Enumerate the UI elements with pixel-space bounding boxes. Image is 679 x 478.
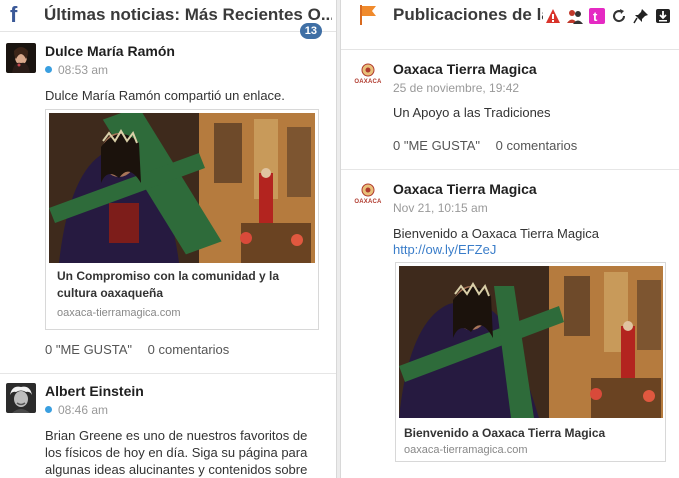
feed-post: Albert Einstein 08:46 am Brian Greene es… — [0, 374, 336, 478]
logo-text: OAXACA — [354, 199, 382, 205]
column-title[interactable]: Últimas noticias: Más Recientes O... — [44, 5, 332, 25]
people-icon[interactable] — [567, 8, 583, 24]
warning-icon[interactable] — [545, 8, 561, 24]
download-icon[interactable] — [655, 8, 671, 24]
post-text: Brian Greene es uno de nuestros favorito… — [45, 428, 308, 477]
link-preview-domain: oaxaca-tierramagica.com — [404, 444, 528, 456]
link-preview-domain: oaxaca-tierramagica.com — [57, 307, 181, 319]
post-time[interactable]: Nov 21, 10:15 am — [393, 201, 488, 215]
online-dot-icon — [45, 66, 52, 73]
news-feed-column: f Últimas noticias: Más Recientes O... 1… — [0, 0, 336, 478]
avatar[interactable] — [6, 383, 36, 413]
link-preview-image — [49, 113, 315, 263]
avatar[interactable] — [6, 43, 36, 73]
logo-text: OAXACA — [354, 79, 382, 85]
like-count[interactable]: 0 "ME GUSTA" — [393, 138, 480, 153]
link-preview-title[interactable]: Bienvenido a Oaxaca Tierra Magica — [404, 425, 659, 442]
post-text: Un Apoyo a las Tradiciones — [393, 105, 551, 120]
post-author[interactable]: Dulce María Ramón — [45, 43, 175, 59]
page-posts-column: Publicaciones de la página t — [341, 0, 679, 478]
link-preview-card[interactable]: Un Compromiso con la comunidad y la cult… — [45, 109, 319, 330]
post-author[interactable]: Albert Einstein — [45, 383, 144, 399]
like-count[interactable]: 0 "ME GUSTA" — [45, 342, 132, 357]
svg-text:t: t — [593, 9, 598, 24]
post-author[interactable]: Oaxaca Tierra Magica — [393, 61, 537, 77]
comment-count[interactable]: 0 comentarios — [496, 138, 578, 153]
column-toolbar: t — [545, 6, 671, 26]
tumblr-icon[interactable]: t — [589, 8, 605, 24]
post-time[interactable]: 08:46 am — [45, 403, 108, 417]
comment-count[interactable]: 0 comentarios — [148, 342, 230, 357]
link-preview-card[interactable]: Bienvenido a Oaxaca Tierra Magica oaxaca… — [395, 262, 666, 462]
post-text: Bienvenido a Oaxaca Tierra Magica — [393, 226, 599, 241]
post-time[interactable]: 08:53 am — [45, 63, 108, 77]
column-header: f Últimas noticias: Más Recientes O... 1… — [0, 0, 336, 39]
post-author[interactable]: Oaxaca Tierra Magica — [393, 181, 537, 197]
link-preview-image — [399, 266, 663, 418]
flag-icon[interactable] — [358, 4, 378, 26]
column-title[interactable]: Publicaciones de la página — [393, 5, 543, 25]
facebook-icon[interactable]: f — [10, 4, 28, 26]
feed-post: Dulce María Ramón 08:53 am Dulce María R… — [0, 34, 336, 374]
link-preview-title[interactable]: Un Compromiso con la comunidad y la cult… — [57, 268, 307, 302]
online-dot-icon — [45, 406, 52, 413]
page-post: OAXACA Oaxaca Tierra Magica Nov 21, 10:1… — [341, 170, 679, 478]
refresh-icon[interactable] — [611, 8, 627, 24]
page-logo[interactable]: OAXACA — [353, 63, 383, 85]
page-logo[interactable]: OAXACA — [353, 183, 383, 205]
post-stats: 0 "ME GUSTA" 0 comentarios — [45, 342, 229, 357]
post-time[interactable]: 25 de noviembre, 19:42 — [393, 81, 519, 95]
post-link[interactable]: http://ow.ly/EFZeJ — [393, 241, 496, 258]
post-stats: 0 "ME GUSTA" 0 comentarios — [393, 138, 577, 153]
post-text: Dulce María Ramón compartió un enlace. — [45, 88, 285, 103]
pin-icon[interactable] — [633, 8, 649, 24]
page-post: OAXACA Oaxaca Tierra Magica 25 de noviem… — [341, 50, 679, 170]
column-header: Publicaciones de la página t — [341, 0, 679, 50]
